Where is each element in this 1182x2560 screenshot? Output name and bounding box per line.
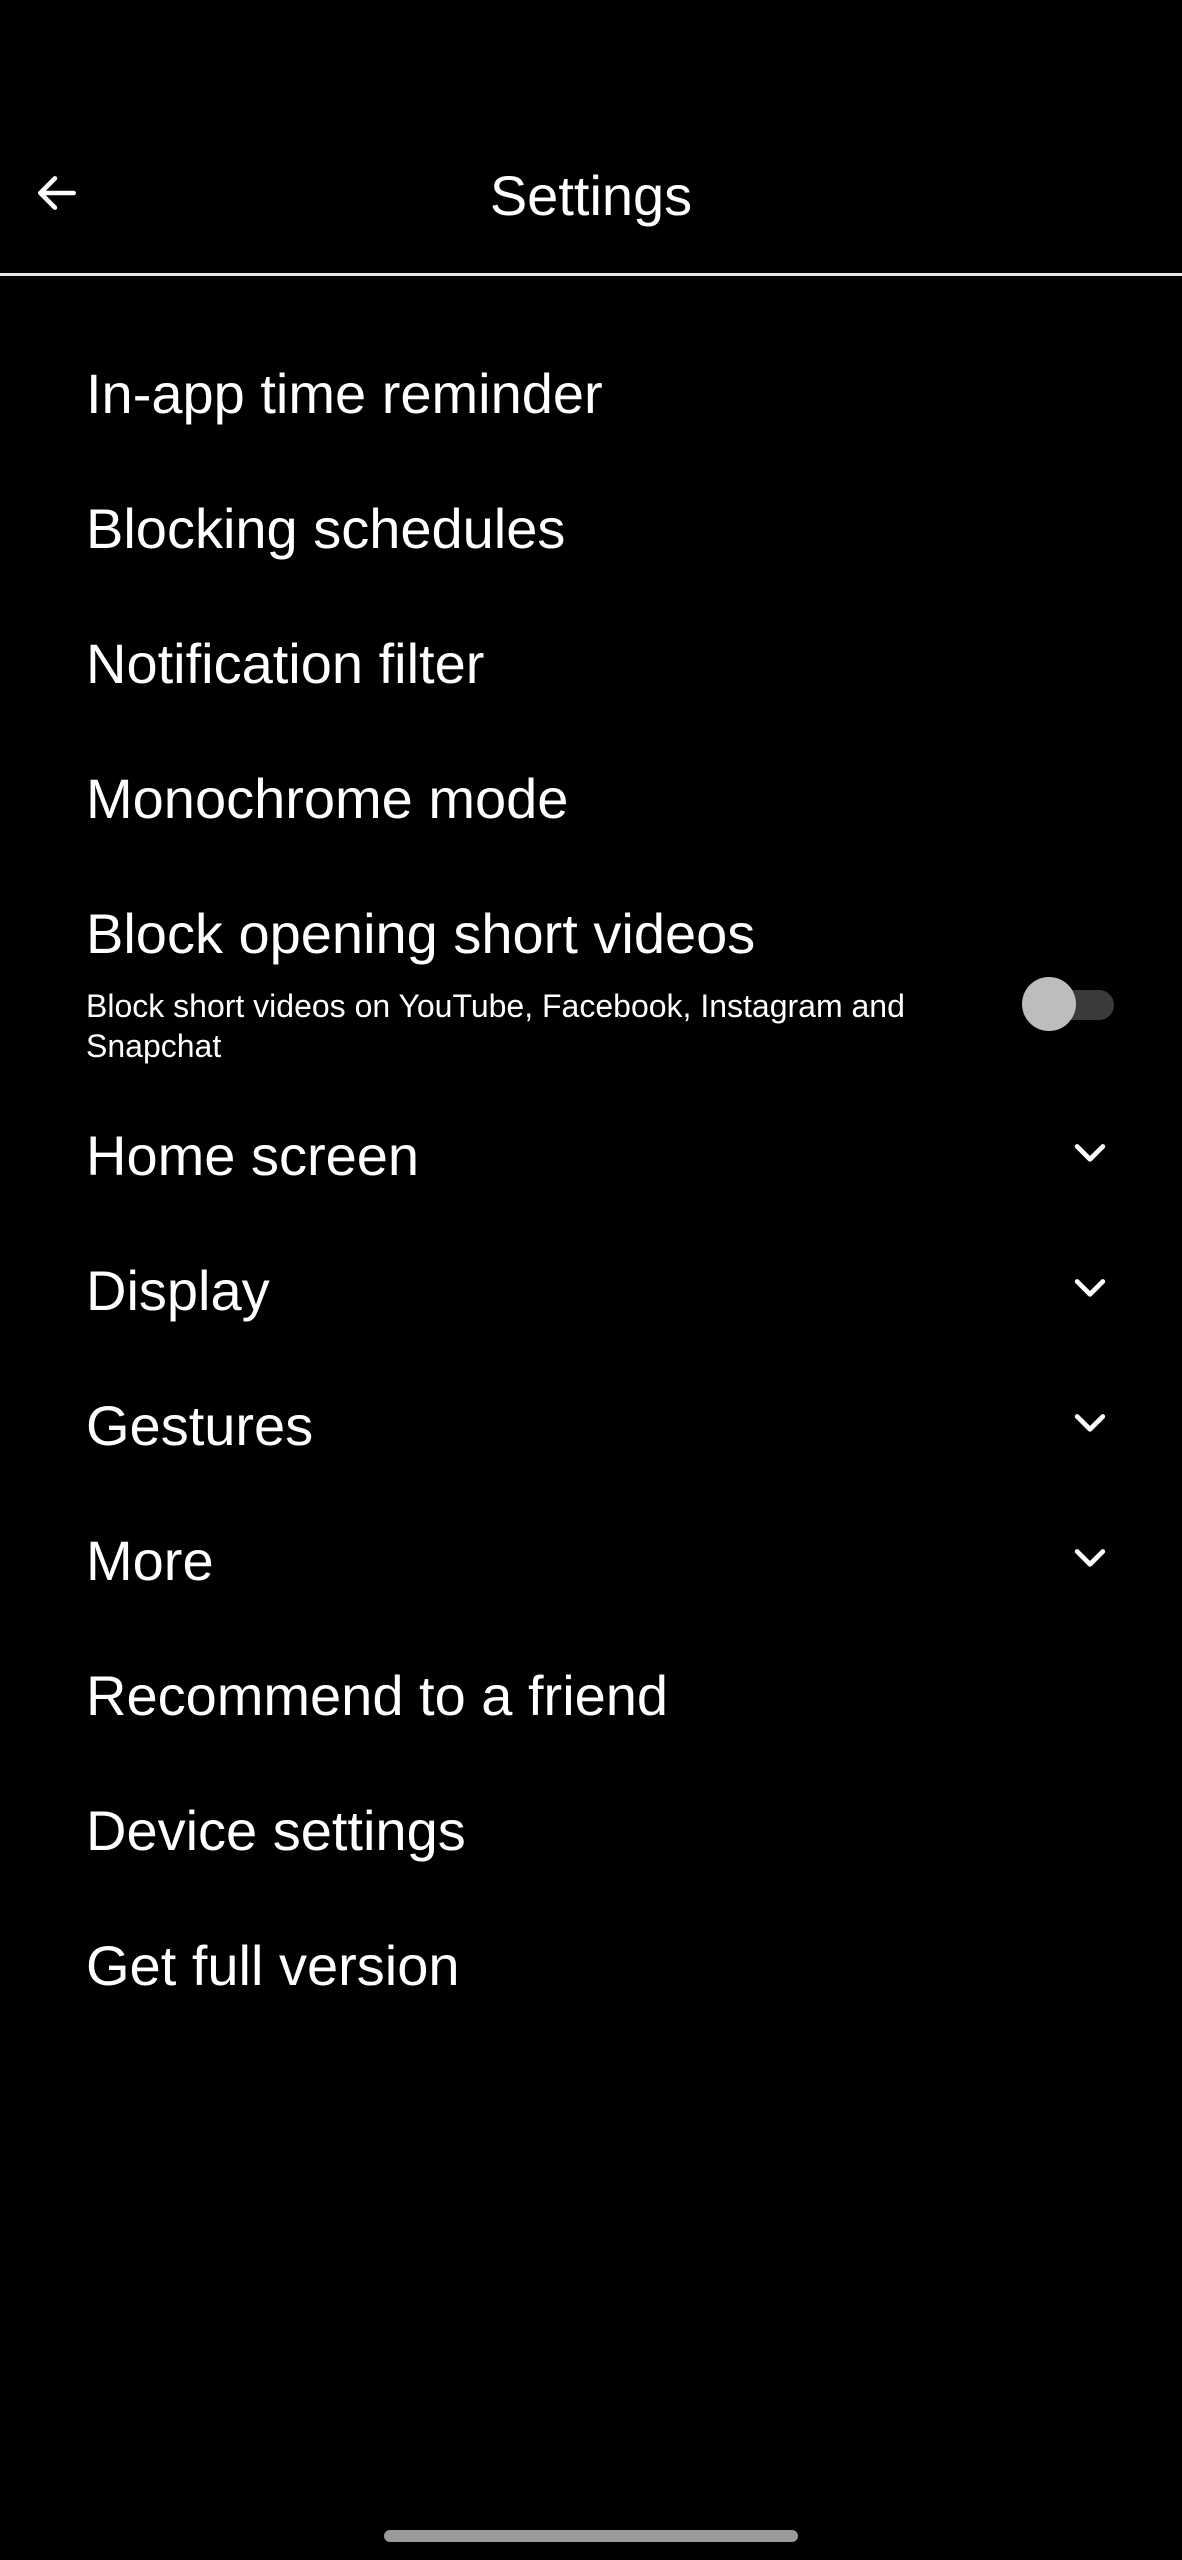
setting-in-app-time-reminder[interactable]: In-app time reminder — [0, 326, 1182, 461]
setting-label: Blocking schedules — [86, 497, 566, 560]
chevron-down-icon — [1074, 1549, 1106, 1567]
app-bar: Settings — [0, 0, 1182, 276]
setting-blocking-schedules[interactable]: Blocking schedules — [0, 461, 1182, 596]
setting-get-full-version[interactable]: Get full version — [0, 1898, 1182, 2033]
setting-home-screen[interactable]: Home screen — [0, 1088, 1182, 1223]
setting-block-short-videos[interactable]: Block opening short videos Block short v… — [0, 866, 1182, 1096]
setting-label: In-app time reminder — [86, 362, 603, 425]
setting-label: Monochrome mode — [86, 767, 569, 830]
setting-label: Notification filter — [86, 632, 485, 695]
setting-label: More — [86, 1529, 214, 1592]
setting-notification-filter[interactable]: Notification filter — [0, 596, 1182, 731]
setting-label: Get full version — [86, 1934, 460, 1997]
chevron-down-icon — [1074, 1144, 1106, 1162]
setting-description: Block short videos on YouTube, Facebook,… — [86, 988, 905, 1064]
setting-monochrome-mode[interactable]: Monochrome mode — [0, 731, 1182, 866]
chevron-down-icon — [1074, 1279, 1106, 1297]
setting-gestures[interactable]: Gestures — [0, 1358, 1182, 1493]
toggle-thumb — [1022, 977, 1076, 1031]
home-indicator[interactable] — [384, 2530, 798, 2542]
setting-label: Home screen — [86, 1124, 420, 1187]
page-title: Settings — [489, 164, 693, 227]
setting-device-settings[interactable]: Device settings — [0, 1763, 1182, 1898]
block-short-videos-toggle[interactable] — [1022, 974, 1118, 1034]
setting-label: Gestures — [86, 1394, 314, 1457]
setting-label: Display — [86, 1259, 270, 1322]
setting-label: Device settings — [86, 1799, 466, 1862]
setting-more[interactable]: More — [0, 1493, 1182, 1628]
setting-display[interactable]: Display — [0, 1223, 1182, 1358]
setting-label: Recommend to a friend — [86, 1664, 669, 1727]
setting-recommend-to-a-friend[interactable]: Recommend to a friend — [0, 1628, 1182, 1763]
chevron-down-icon — [1074, 1414, 1106, 1432]
setting-label: Block opening short videos — [86, 902, 756, 965]
